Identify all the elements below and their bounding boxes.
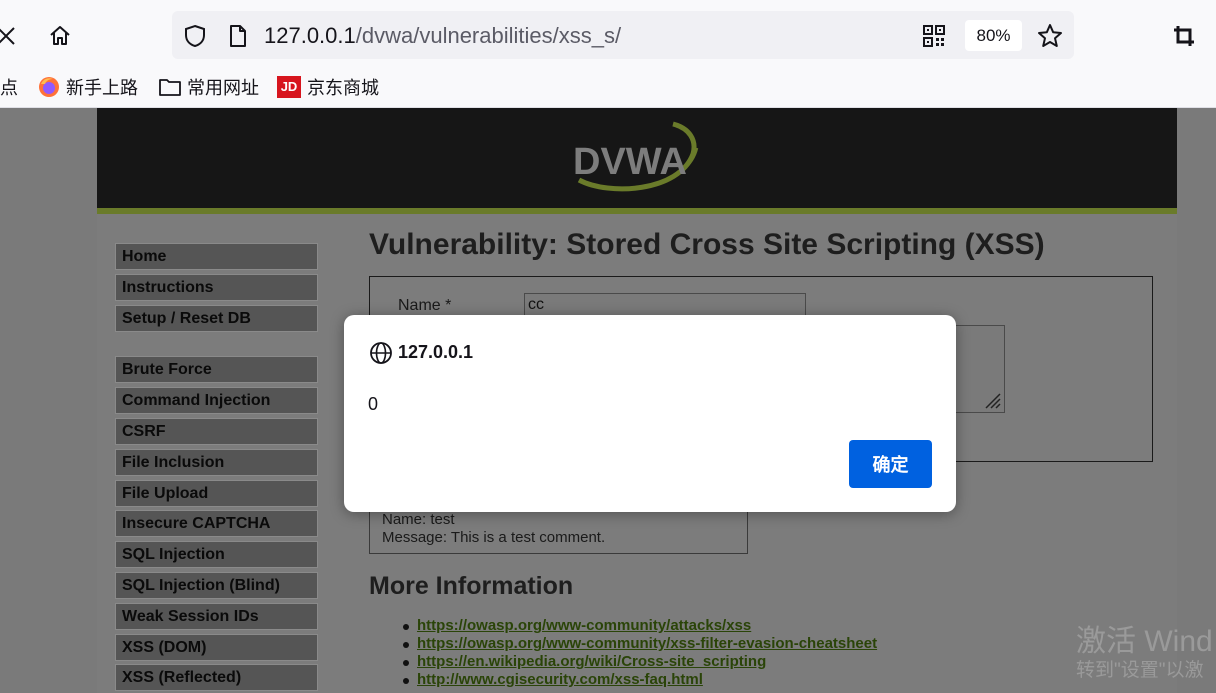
activation-watermark-hint: 转到"设置"以激 [1076, 660, 1204, 681]
menu-item-home[interactable]: Home [115, 243, 318, 270]
menu-item-command-injection[interactable]: Command Injection [115, 387, 318, 414]
bookmark-newbie[interactable]: 新手上路 [38, 74, 138, 100]
url-text[interactable]: 127.0.0.1/dvwa/vulnerabilities/xss_s/ [264, 23, 621, 49]
browser-toolbar: 127.0.0.1/dvwa/vulnerabilities/xss_s/ 80… [0, 0, 1216, 64]
menu-item-file-upload[interactable]: File Upload [115, 480, 318, 507]
logo-text: DVWA [573, 141, 687, 183]
menu-item-sql-injection[interactable]: SQL Injection [115, 541, 318, 568]
home-icon[interactable] [44, 20, 76, 52]
bookmark-label: 点 [0, 78, 18, 98]
resize-handle-icon[interactable] [982, 390, 1002, 410]
bookmark-label: 京东商城 [307, 78, 379, 98]
star-icon[interactable] [1036, 22, 1064, 50]
more-info-heading: More Information [369, 572, 574, 600]
shield-icon[interactable] [182, 23, 208, 49]
menu-item-csrf[interactable]: CSRF [115, 418, 318, 445]
info-links: https://owasp.org/www-community/attacks/… [397, 617, 877, 689]
page-icon[interactable] [226, 23, 250, 49]
url-path: /dvwa/vulnerabilities/xss_s/ [355, 23, 622, 48]
menu-item-file-inclusion[interactable]: File Inclusion [115, 449, 318, 476]
menu-item-sql-injection-blind[interactable]: SQL Injection (Blind) [115, 572, 318, 599]
comment-message: Message: This is a test comment. [382, 529, 606, 546]
info-link[interactable]: https://owasp.org/www-community/attacks/… [397, 617, 877, 635]
menu-item-xss-reflected[interactable]: XSS (Reflected) [115, 664, 318, 691]
comment-name: Name: test [382, 511, 455, 528]
menu-item-weak-session-ids[interactable]: Weak Session IDs [115, 603, 318, 630]
page-title: Vulnerability: Stored Cross Site Scripti… [369, 228, 1045, 261]
menu-item-brute-force[interactable]: Brute Force [115, 356, 318, 383]
jd-icon: JD [277, 76, 301, 98]
bookmark-label: 新手上路 [66, 78, 138, 98]
info-link[interactable]: https://en.wikipedia.org/wiki/Cross-site… [397, 653, 877, 671]
url-bar[interactable]: 127.0.0.1/dvwa/vulnerabilities/xss_s/ 80… [172, 11, 1074, 59]
bookmarks-bar: 点 新手上路 常用网址 JD 京东商城 [0, 64, 1216, 108]
zoom-level-button[interactable]: 80% [965, 20, 1022, 51]
alert-dialog: 127.0.0.1 0 确定 [344, 315, 956, 512]
bookmark-jd[interactable]: JD 京东商城 [277, 74, 379, 100]
globe-icon [370, 342, 392, 364]
info-link[interactable]: http://www.cgisecurity.com/xss-faq.html [397, 671, 877, 689]
qr-code-icon[interactable] [922, 24, 946, 48]
name-label: Name * [398, 297, 452, 314]
header-accent-line [97, 208, 1177, 214]
menu-item-setup[interactable]: Setup / Reset DB [115, 305, 318, 332]
dialog-message: 0 [368, 394, 379, 414]
info-link[interactable]: https://owasp.org/www-community/xss-filt… [397, 635, 877, 653]
close-icon[interactable] [0, 22, 20, 50]
menu-item-insecure-captcha[interactable]: Insecure CAPTCHA [115, 510, 318, 537]
bookmark-common-sites[interactable]: 常用网址 [159, 74, 259, 100]
dialog-title: 127.0.0.1 [398, 342, 474, 362]
menu-item-xss-dom[interactable]: XSS (DOM) [115, 634, 318, 661]
activation-watermark-title: 激活 Wind [1076, 625, 1213, 658]
dvwa-header: DVWA [97, 108, 1177, 208]
bookmark-label: 常用网址 [187, 78, 259, 98]
menu-item-instructions[interactable]: Instructions [115, 274, 318, 301]
firefox-icon [38, 76, 60, 98]
dvwa-logo: DVWA [569, 118, 704, 198]
folder-icon [159, 77, 181, 97]
crop-icon[interactable] [1170, 22, 1198, 50]
url-host: 127.0.0.1 [264, 23, 356, 48]
bookmark-partial[interactable]: 点 [0, 74, 18, 100]
ok-button[interactable]: 确定 [849, 440, 932, 488]
